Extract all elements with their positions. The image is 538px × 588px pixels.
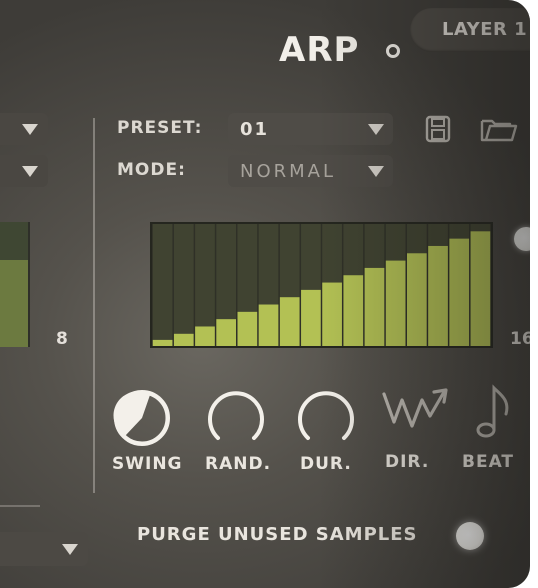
- divider: [0, 505, 40, 507]
- floppy-disk-icon: [425, 115, 451, 143]
- swing-knob-icon: [113, 390, 170, 446]
- mode-label: MODE:: [117, 160, 186, 180]
- chevron-down-icon: [22, 166, 38, 177]
- chevron-down-icon: [368, 124, 384, 135]
- step-bar[interactable]: [216, 319, 236, 346]
- chevron-down-icon: [62, 544, 78, 555]
- beat-label: BEAT: [462, 452, 515, 472]
- step-bar[interactable]: [301, 289, 321, 346]
- step-bar[interactable]: [385, 260, 406, 346]
- direction-button[interactable]: [380, 386, 452, 436]
- left-step-count: 8: [56, 329, 68, 349]
- left-dropdown-2[interactable]: [0, 155, 48, 187]
- dur-knob-icon: [298, 391, 354, 440]
- open-preset-button[interactable]: [476, 113, 522, 145]
- step-bar[interactable]: [428, 245, 448, 346]
- step-bar[interactable]: [364, 267, 385, 346]
- folder-icon: [480, 119, 518, 142]
- step-bar[interactable]: [470, 231, 491, 346]
- sequencer-length-handle[interactable]: [514, 227, 530, 251]
- arp-power-toggle[interactable]: [386, 44, 400, 58]
- rand-knob[interactable]: [204, 388, 268, 448]
- purge-label: PURGE UNUSED SAMPLES: [137, 524, 418, 545]
- dir-label: DIR.: [385, 452, 430, 472]
- step-bar[interactable]: [322, 282, 342, 346]
- purge-button[interactable]: [456, 522, 484, 550]
- left-bottom-dropdown[interactable]: [0, 532, 88, 566]
- rand-label: RAND.: [205, 454, 272, 474]
- step-bar[interactable]: [237, 311, 258, 346]
- music-note-icon: [476, 384, 509, 438]
- step-bar[interactable]: [258, 304, 279, 346]
- preset-value: 01: [240, 119, 270, 140]
- layer-tab[interactable]: LAYER 1: [410, 8, 530, 52]
- chevron-down-icon: [368, 166, 384, 177]
- save-preset-button[interactable]: [420, 113, 456, 145]
- sequencer-length: 16: [510, 329, 530, 349]
- step-bar[interactable]: [449, 238, 470, 346]
- step-bar[interactable]: [343, 275, 364, 346]
- step-track[interactable]: [152, 224, 173, 346]
- step-bar[interactable]: [173, 333, 194, 346]
- mode-value: NORMAL: [240, 161, 337, 182]
- step-bar[interactable]: [195, 326, 215, 346]
- mode-dropdown[interactable]: NORMAL: [228, 155, 393, 187]
- step-bar[interactable]: [152, 339, 173, 346]
- zigzag-arrow-icon: [382, 388, 448, 428]
- step-bars[interactable]: [152, 224, 491, 346]
- beat-button[interactable]: [470, 382, 520, 442]
- left-dropdown-1[interactable]: [0, 113, 48, 145]
- divider: [93, 118, 95, 493]
- preset-label: PRESET:: [117, 118, 203, 138]
- left-step-meter[interactable]: [0, 222, 30, 347]
- dur-label: DUR.: [300, 454, 352, 474]
- step-track[interactable]: [173, 224, 194, 346]
- rand-knob-icon: [208, 391, 264, 440]
- arp-panel: LAYER 1 ARP 8 PRESET: 01 MODE: NORMAL 16…: [0, 0, 530, 588]
- page-title: ARP: [279, 30, 360, 70]
- step-bar[interactable]: [279, 297, 300, 346]
- dur-knob[interactable]: [294, 388, 358, 448]
- swing-label: SWING: [112, 454, 183, 474]
- chevron-down-icon: [22, 124, 38, 135]
- step-bar[interactable]: [407, 253, 427, 346]
- preset-dropdown[interactable]: 01: [228, 113, 393, 145]
- swing-knob[interactable]: [110, 388, 174, 448]
- step-sequencer[interactable]: [150, 222, 493, 348]
- layer-tab-label: LAYER 1: [442, 19, 528, 40]
